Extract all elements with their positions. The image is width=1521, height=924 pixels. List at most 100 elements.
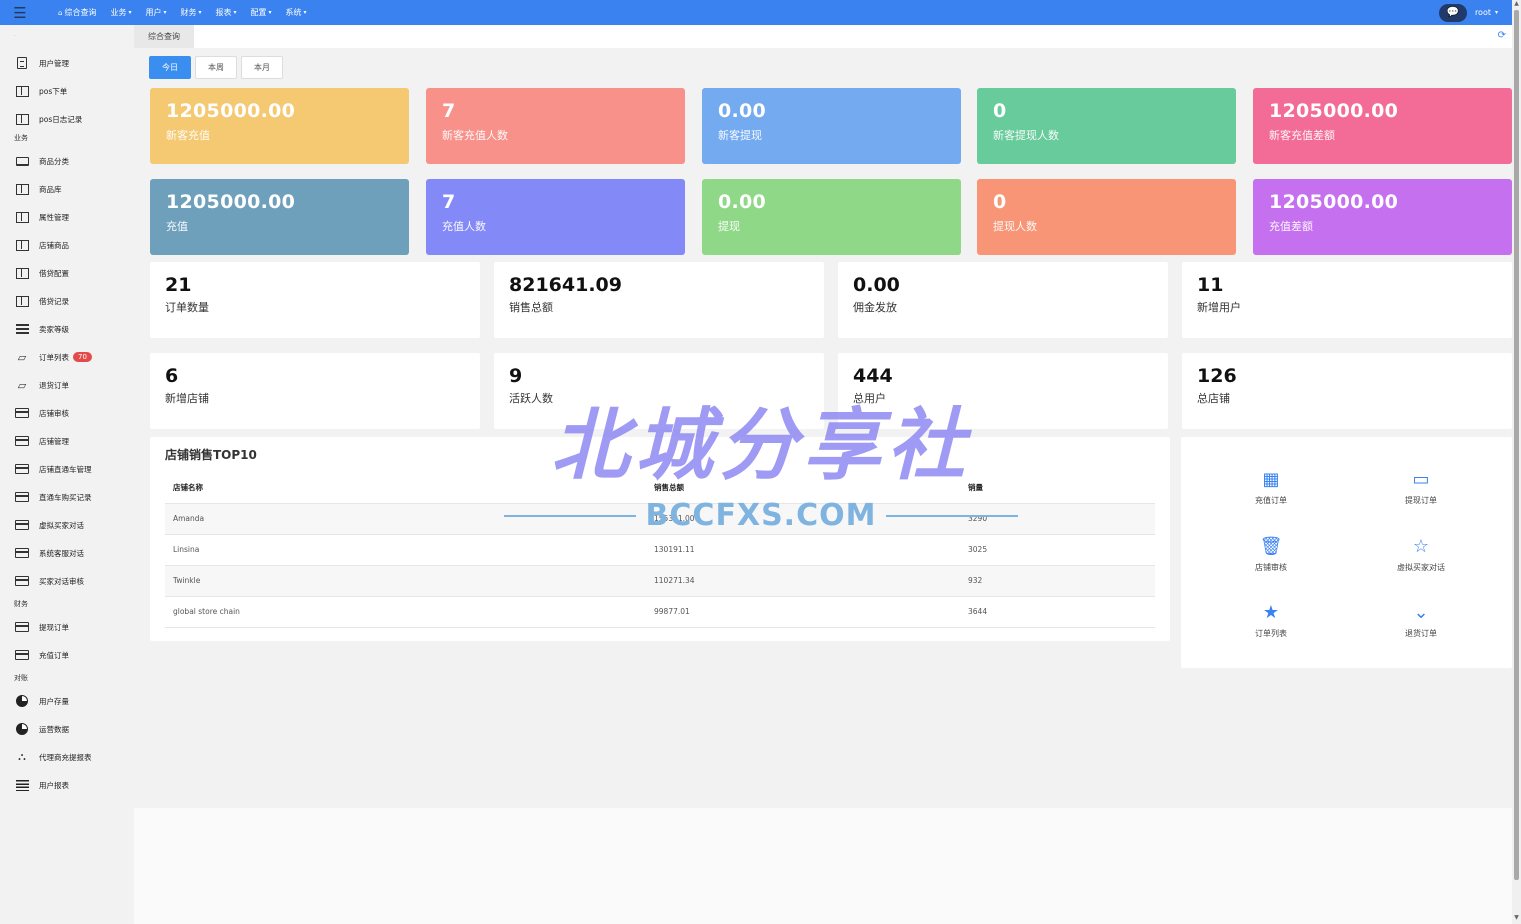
refresh-icon[interactable]: ⟳ <box>1498 30 1506 41</box>
sidebar-item[interactable]: 借贷配置 <box>0 259 134 287</box>
sidebar-item-label: 虚拟买家对话 <box>39 520 84 530</box>
sidebar-item[interactable]: 直通车购买记录 <box>0 483 134 511</box>
sidebar-item[interactable]: 店铺商品 <box>0 231 134 259</box>
top-nav-item[interactable]: 用户 ▾ <box>145 7 166 18</box>
summary-tile: 0 新客提现人数 <box>977 88 1236 164</box>
table-header-cell: 店铺名称 <box>165 473 646 504</box>
summary-tile: 0.00 新客提现 <box>702 88 961 164</box>
stat-value: 21 <box>165 274 192 296</box>
columns-icon <box>14 210 30 224</box>
sidebar-item[interactable]: 虚拟买家对话 <box>0 511 134 539</box>
pencil-icon: ▱ <box>17 378 27 392</box>
caret-down-icon: ▾ <box>268 9 272 16</box>
stat-card: 6 新增店铺 <box>150 353 480 429</box>
table-cell: 3644 <box>960 596 1155 628</box>
sidebar-item[interactable]: 用户存量 <box>0 687 134 715</box>
sidebar-group-business: 业务 <box>14 134 28 142</box>
columns-icon <box>14 84 30 98</box>
table-cell: 3290 <box>960 503 1155 535</box>
sidebar-item[interactable]: ▱ 退货订单 <box>0 371 134 399</box>
table-cell: 130191.11 <box>646 534 960 566</box>
quick-link[interactable]: ▦ 充值订单 <box>1196 457 1346 517</box>
quick-link[interactable]: ★ 订单列表 <box>1196 590 1346 650</box>
tile-value: 1205000.00 <box>166 100 296 122</box>
sidebar-item[interactable]: 买家对话审核 <box>0 567 134 595</box>
sidebar-item-label: 店铺管理 <box>39 436 69 446</box>
sidebar-item[interactable]: 属性管理 <box>0 203 134 231</box>
top-navbar: ☰ ⌂ 综合查询 业务 ▾ 用户 ▾ 财务 ▾ 报表 ▾ 配置 ▾ 系统 ▾ 💬 root ▾ <box>0 0 1512 25</box>
stat-value: 0.00 <box>853 274 900 296</box>
sidebar-item[interactable]: 借贷记录 <box>0 287 134 315</box>
scrollbar-thumb[interactable] <box>1514 10 1519 880</box>
sidebar-item-label: 直通车购买记录 <box>39 492 92 502</box>
chevron-down-icon: ⌄ <box>1413 602 1429 623</box>
sidebar-item[interactable]: 运营数据 <box>0 715 134 743</box>
sidebar-item[interactable]: pos下单 <box>0 77 134 105</box>
stat-label: 总用户 <box>853 392 886 405</box>
menu-toggle-icon[interactable]: ☰ <box>0 0 40 25</box>
quick-link[interactable]: ⌄ 退货订单 <box>1346 590 1496 650</box>
columns-icon <box>14 266 30 280</box>
table-row: Amanda 155301.00 3290 <box>165 503 1155 535</box>
summary-tile: 1205000.00 新客充值 <box>150 88 409 164</box>
stat-label: 新增店铺 <box>165 392 209 405</box>
tile-label: 充值差额 <box>1269 220 1313 233</box>
lines-icon <box>14 778 30 792</box>
tile-value: 0.00 <box>718 100 767 122</box>
footer-area <box>134 808 1512 924</box>
quick-link[interactable]: ▭ 提现订单 <box>1346 457 1496 517</box>
range-tab[interactable]: 本周 <box>195 56 237 79</box>
columns-icon <box>14 238 30 252</box>
sidebar-item[interactable]: 充值订单 <box>0 641 134 669</box>
table-cell: global store chain <box>165 596 646 628</box>
sidebar-item[interactable]: ⛬ 代理商充提报表 <box>0 743 134 771</box>
sidebar-item-label: 卖家等级 <box>39 324 69 334</box>
tab-overview[interactable]: 综合查询 <box>134 25 194 48</box>
card-icon <box>14 462 30 476</box>
tile-value: 1205000.00 <box>1269 191 1399 213</box>
card-icon <box>14 648 30 662</box>
stat-label: 新增用户 <box>1197 301 1241 314</box>
quick-link[interactable]: ☆ 虚拟买家对话 <box>1346 524 1496 584</box>
stat-card: 444 总用户 <box>838 353 1168 429</box>
range-tab[interactable]: 本月 <box>241 56 283 79</box>
page-scrollbar[interactable]: ▲ ▼ <box>1512 0 1521 924</box>
document-icon <box>14 56 30 70</box>
top-nav-item[interactable]: 报表 ▾ <box>216 7 237 18</box>
scroll-up-icon[interactable]: ▲ <box>1512 0 1521 7</box>
quick-link[interactable]: 🗑 店铺审核 <box>1196 524 1346 584</box>
sidebar-item[interactable]: 用户报表 <box>0 771 134 799</box>
table-cell: Twinkle <box>165 565 646 597</box>
sidebar-item[interactable]: pos日志记录 <box>0 105 134 133</box>
stat-value: 821641.09 <box>509 274 622 296</box>
table-header-cell: 销售总额 <box>646 473 960 504</box>
sidebar-item[interactable]: 卖家等级 <box>0 315 134 343</box>
sidebar-item[interactable]: 提现订单 <box>0 613 134 641</box>
top-nav-item[interactable]: 业务 ▾ <box>110 7 131 18</box>
sidebar-item-label: 借贷记录 <box>39 296 69 306</box>
sidebar-item[interactable]: 系统客服对话 <box>0 539 134 567</box>
caret-down-icon: ▾ <box>163 9 167 16</box>
tile-label: 充值 <box>166 220 188 233</box>
top-nav-item[interactable]: 配置 ▾ <box>251 7 272 18</box>
sidebar-item-label: 提现订单 <box>39 622 69 632</box>
sidebar-item[interactable]: 商品库 <box>0 175 134 203</box>
user-menu[interactable]: root ▾ <box>1475 8 1498 17</box>
quick-link-label: 提现订单 <box>1405 495 1437 505</box>
sidebar-item[interactable]: 店铺审核 <box>0 399 134 427</box>
scroll-down-icon[interactable]: ▼ <box>1512 914 1521 921</box>
stat-value: 444 <box>853 365 893 387</box>
range-tab[interactable]: 今日 <box>149 56 191 79</box>
sidebar-item[interactable]: 店铺管理 <box>0 427 134 455</box>
sidebar-item[interactable]: 店铺直通车管理 <box>0 455 134 483</box>
sidebar-item-label: 店铺直通车管理 <box>39 464 92 474</box>
top-nav-item[interactable]: ⌂ 综合查询 <box>58 7 96 18</box>
chat-icon[interactable]: 💬 <box>1438 3 1467 22</box>
top-nav-item[interactable]: 系统 ▾ <box>286 7 307 18</box>
sidebar-item[interactable]: ▱ 订单列表 70 <box>0 343 134 371</box>
sidebar-item[interactable]: 用户管理 <box>0 49 134 77</box>
top-nav-item[interactable]: 财务 ▾ <box>180 7 201 18</box>
sidebar-item[interactable]: 商品分类 <box>0 147 134 175</box>
top-nav-label: 配置 <box>250 8 267 17</box>
tile-label: 新客提现 <box>718 129 762 142</box>
